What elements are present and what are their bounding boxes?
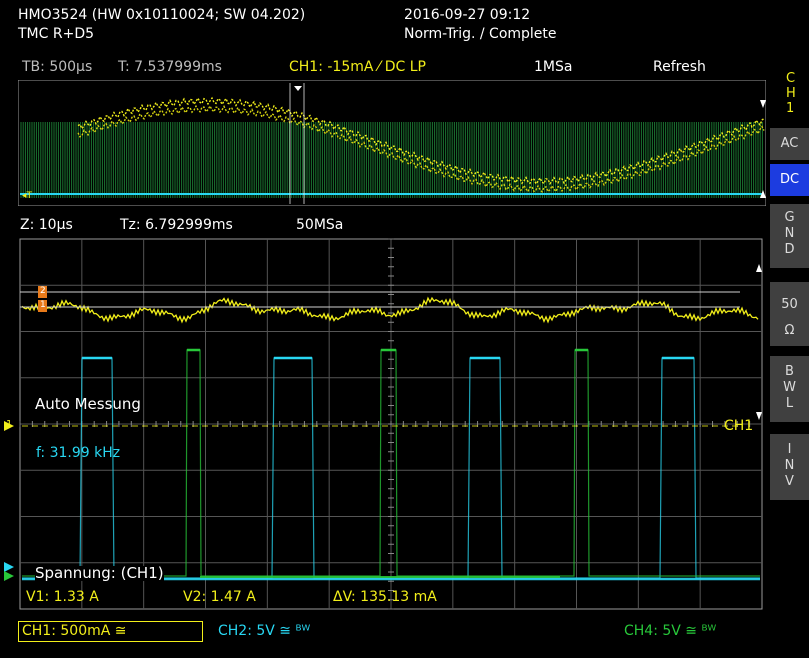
sample-rate-readout: 1MSa <box>534 59 573 75</box>
interface-info: TMC R+D5 <box>18 26 95 42</box>
ch2-footer-label[interactable]: CH2: 5V ≅ ᴮᵂ <box>218 624 310 638</box>
main-graticule[interactable] <box>0 238 770 610</box>
cursor1-label: 1 <box>40 300 46 310</box>
bandwidth-limit-label: B W L <box>783 364 796 411</box>
channel-setting-readout[interactable]: CH1: -15mA ⁄ DC LP <box>289 60 426 74</box>
side-channel-label-1: 1 <box>786 101 795 116</box>
zoom-sample-rate: 50MSa <box>296 217 344 233</box>
frequency-readout: f: 31.99 kHz <box>36 445 121 461</box>
coupling-dc-button[interactable]: DC <box>770 164 809 196</box>
coupling-ac-label: AC <box>780 136 799 151</box>
ch1-footer-label: CH1: 500mA ≅ <box>22 623 127 639</box>
cursor-delta-readout: ΔV: 135.13 mA <box>333 589 437 605</box>
ch1-level-label: 1 <box>6 419 13 430</box>
invert-label: I N V <box>784 442 795 489</box>
trigger-level-label: CH1 <box>724 418 754 434</box>
ch4-footer-label[interactable]: CH4: 5V ≅ ᴮᵂ <box>624 624 716 638</box>
trigger-time-readout[interactable]: T: 7.537999ms <box>118 60 222 74</box>
coupling-dc-label: DC <box>779 172 800 187</box>
acquisition-mode[interactable]: Refresh <box>653 60 706 74</box>
bandwidth-limit-button[interactable]: B W L <box>770 356 809 422</box>
device-info: HMO3524 (HW 0x10110024; SW 04.202) <box>18 7 306 23</box>
coupling-gnd-button[interactable]: G N D <box>770 204 809 268</box>
ch4-ground-marker <box>4 571 14 581</box>
auto-measure-title: Auto Messung <box>35 395 141 413</box>
trigger-mode: Norm-Trig. / Complete <box>404 26 557 42</box>
coupling-gnd-label: G N D <box>784 210 795 257</box>
timebase-readout[interactable]: TB: 500µs <box>22 60 92 74</box>
side-channel-label-c: C <box>786 71 796 86</box>
zoom-factor[interactable]: Z: 10µs <box>20 218 73 232</box>
ch2-ground-marker <box>4 562 14 572</box>
coupling-ac-button[interactable]: AC <box>770 128 809 160</box>
overview-waveform[interactable]: ◂T <box>18 80 766 206</box>
invert-button[interactable]: I N V <box>770 434 809 500</box>
voltage-measure-title: Spannung: (CH1) <box>35 564 164 582</box>
cursor-v1-readout: V1: 1.33 A <box>26 589 99 605</box>
overview-trigger-label: ◂T <box>22 191 33 201</box>
impedance-50-label: 50 Ω <box>781 297 798 338</box>
impedance-50-button[interactable]: 50 Ω <box>770 282 809 346</box>
overview-bar: TB: 500µs T: 7.537999ms CH1: -15mA ⁄ DC … <box>18 58 762 80</box>
zoom-time[interactable]: Tz: 6.792999ms <box>120 218 233 232</box>
cursor2-label: 2 <box>40 286 46 296</box>
side-channel-label-h: H <box>786 86 796 101</box>
datetime: 2016-09-27 09:12 <box>404 7 531 23</box>
cursor-v2-readout: V2: 1.47 A <box>183 589 256 605</box>
